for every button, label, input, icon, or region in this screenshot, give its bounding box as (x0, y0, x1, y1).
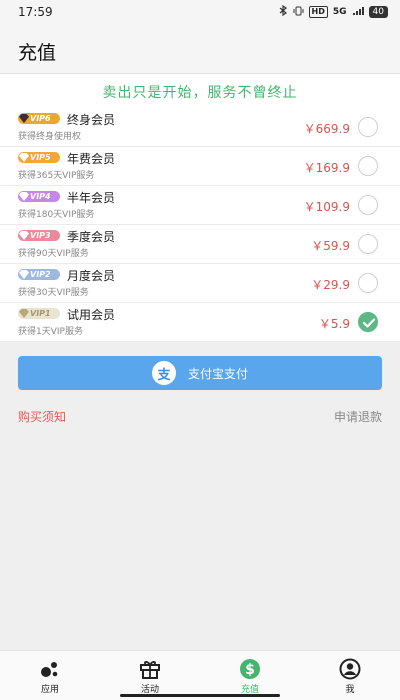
status-time: 17:59 (18, 5, 53, 19)
plan-row-quarterly[interactable]: VIP3 季度会员 获得90天VIP服务 ￥59.9 (0, 225, 400, 264)
plan-name: 月度会员 (67, 269, 116, 283)
user-icon (339, 658, 361, 680)
plan-desc: 获得终身使用权 (18, 132, 82, 142)
tab-apps[interactable]: 应用 (0, 651, 100, 700)
diamond-icon (19, 153, 29, 162)
hd-badge: HD (308, 6, 328, 18)
plan-price: ￥169.9 (303, 161, 350, 175)
plan-list: VIP6 终身会员 获得终身使用权 ￥669.9 VIP5 年费会员 获得365… (0, 108, 400, 342)
check-icon (362, 318, 376, 328)
plan-name: 终身会员 (67, 113, 116, 127)
tab-me[interactable]: 我 (300, 651, 400, 700)
signal-label: 5G (332, 7, 347, 17)
slogan-text: 卖出只是开始，服务不曾终止 (102, 85, 298, 101)
plan-radio[interactable] (358, 117, 378, 137)
plan-price: ￥109.9 (303, 200, 350, 214)
tab-label: 我 (345, 685, 355, 695)
plan-name: 季度会员 (67, 230, 116, 244)
vip1-badge: VIP1 (18, 308, 60, 319)
svg-text:$: $ (245, 662, 255, 678)
diamond-icon (19, 114, 29, 123)
diamond-icon (19, 192, 29, 201)
slogan-banner: 卖出只是开始，服务不曾终止 (0, 74, 400, 108)
vip5-badge: VIP5 (18, 152, 60, 163)
status-icons: HD 5G 40 (279, 4, 388, 19)
plan-price: ￥669.9 (303, 122, 350, 136)
plan-name: 试用会员 (67, 308, 116, 322)
gift-icon (140, 661, 160, 679)
plan-name: 年费会员 (67, 152, 116, 166)
bottom-tab-bar: 应用 活动 $ 充值 我 (0, 650, 400, 700)
plan-desc: 获得30天VIP服务 (18, 288, 89, 298)
vip4-badge: VIP4 (18, 191, 60, 202)
diamond-icon (19, 231, 29, 240)
vibrate-icon (293, 6, 304, 19)
star-icon (19, 309, 29, 318)
plan-name: 半年会员 (67, 191, 116, 205)
tab-label: 应用 (40, 685, 59, 695)
plan-radio[interactable] (358, 273, 378, 293)
plan-desc: 获得180天VIP服务 (18, 210, 95, 220)
page-title: 充值 (18, 42, 57, 64)
vip2-badge: VIP2 (18, 269, 60, 280)
alipay-icon: 支 (151, 361, 176, 385)
plan-radio[interactable] (358, 156, 378, 176)
plan-price: ￥5.9 (318, 317, 350, 331)
plan-desc: 获得1天VIP服务 (18, 327, 83, 337)
plan-row-monthly[interactable]: VIP2 月度会员 获得30天VIP服务 ￥29.9 (0, 264, 400, 303)
plan-radio[interactable] (358, 312, 378, 332)
bluetooth-icon (279, 4, 288, 19)
plan-desc: 获得365天VIP服务 (18, 171, 95, 181)
plan-radio[interactable] (358, 234, 378, 254)
pay-button-label: 支付宝支付 (187, 366, 248, 381)
battery-icon: 40 (368, 6, 388, 18)
signal-icon (352, 6, 364, 19)
plan-radio[interactable] (358, 195, 378, 215)
status-bar: 17:59 HD 5G 40 (0, 0, 400, 24)
vip6-badge: VIP6 (18, 113, 60, 124)
plan-price: ￥59.9 (311, 239, 350, 253)
plan-desc: 获得90天VIP服务 (18, 249, 89, 259)
tab-recharge[interactable]: $ 充值 (200, 651, 300, 700)
plan-row-halfyear[interactable]: VIP4 半年会员 获得180天VIP服务 ￥109.9 (0, 186, 400, 225)
apps-icon (41, 662, 58, 677)
plan-price: ￥29.9 (311, 278, 350, 292)
refund-link[interactable]: 申请退款 (334, 408, 382, 425)
vip3-badge: VIP3 (18, 230, 60, 241)
alipay-pay-button[interactable]: 支 支付宝支付 (18, 356, 382, 390)
tab-activity[interactable]: 活动 (100, 651, 200, 700)
diamond-icon (19, 270, 29, 279)
plan-row-yearly[interactable]: VIP5 年费会员 获得365天VIP服务 ￥169.9 (0, 147, 400, 186)
dollar-icon: $ (240, 659, 260, 679)
header: 充值 (0, 24, 400, 74)
plan-row-lifetime[interactable]: VIP6 终身会员 获得终身使用权 ￥669.9 (0, 108, 400, 147)
plan-row-trial[interactable]: VIP1 试用会员 获得1天VIP服务 ￥5.9 (0, 303, 400, 342)
home-indicator (120, 694, 280, 697)
purchase-notice-link[interactable]: 购买须知 (18, 408, 66, 425)
